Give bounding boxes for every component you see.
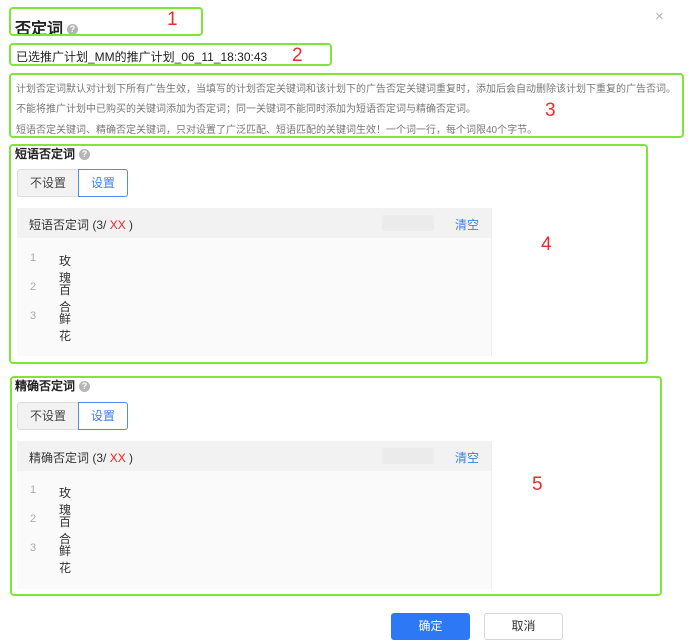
annotation-box-5 [10, 376, 662, 596]
annotation-box-4 [9, 144, 648, 364]
callout-number-4: 4 [541, 234, 552, 255]
callout-number-2: 2 [292, 45, 303, 66]
callout-number-5: 5 [532, 474, 543, 495]
annotation-box-2 [9, 43, 332, 66]
annotation-box-3 [9, 73, 684, 138]
confirm-button[interactable]: 确定 [391, 613, 470, 640]
cancel-button[interactable]: 取消 [484, 613, 563, 640]
callout-number-3: 3 [545, 100, 556, 121]
close-icon[interactable]: × [655, 8, 664, 25]
callout-number-1: 1 [167, 9, 178, 30]
